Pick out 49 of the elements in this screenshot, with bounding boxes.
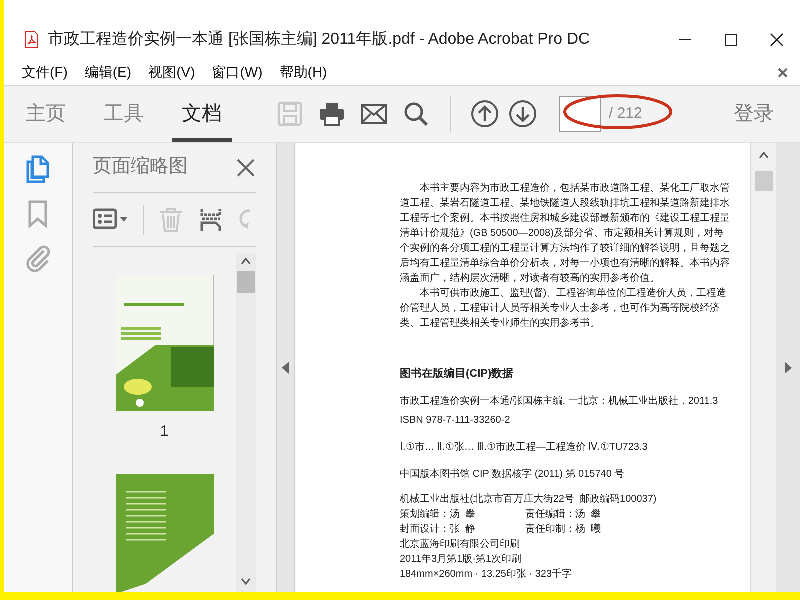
page-thumbnail-drawing[interactable] [116, 275, 214, 411]
printer-icon[interactable] [318, 100, 346, 128]
text-line: 机械工业出版社(北京市百万庄大街22号 邮政编码100037) [400, 492, 658, 507]
collapse-right-icon[interactable] [784, 362, 792, 374]
text-line: 封面设计：张 静 [400, 522, 476, 537]
close-document-icon[interactable] [778, 68, 788, 78]
menu-item[interactable]: 视图(V) [148, 62, 196, 83]
text-line: 184mm×260mm · 13.25印张 · 323千字 [400, 568, 574, 582]
menu-item[interactable]: 文件(F) [22, 62, 68, 83]
text-line: 责任编辑：汤 攀 [526, 508, 602, 522]
collapse-left-icon[interactable] [282, 362, 290, 374]
scroll-up-icon[interactable] [758, 151, 768, 159]
scroll-thumb[interactable] [754, 171, 772, 191]
text-line: 北京蓝海印刷有限公司印刷 [400, 538, 521, 552]
scroll-down-icon[interactable] [241, 578, 251, 586]
pages-icon[interactable] [24, 155, 52, 185]
text-line: 2011年3月第1版·第1次印刷 [400, 552, 523, 567]
text-line: Ⅰ.①市… Ⅱ.①张… Ⅲ.①市政工程—工程造价 Ⅳ.①TU723.3 [400, 440, 649, 455]
paragraph: 本书可供市政施工、监理(督)、工程咨询单位的工程造价人员，工程造价管理人员，工程审计人员等相关专业人士参考，也可作为高等院校经济类、工程管理类相关专业师生的实用参考书。 [400, 286, 728, 331]
heading: 图书在版编目(CIP)数据 [400, 367, 515, 382]
minimize-icon[interactable] [679, 39, 691, 41]
panel-title: 页面缩略图 [93, 155, 188, 180]
menu-item[interactable]: 窗口(W) [212, 62, 263, 83]
page-extract-icon[interactable] [198, 206, 224, 232]
text-line: 责任印制：杨 曦 [526, 522, 602, 537]
paragraph: 本书主要内容为市政工程造价，包括某市政道路工程、某化工厂取水管道工程、某岩石隧道工程、某地铁隧道人段线轨排坑工程和某道路新建排水工程等七个案例。本书按照住房和城乡建设部最新颁布的《建设工程工程量清单计价规范》(GB 50500—2008)及部分省、市定额相关计算规则，对每个实例的各分项工程的工程量计算方法均作了较详细的解答说明，且每题之后均有工程量清单综合单价分析表，对每一小项也有清晰的解释。本书内容涵盖面广，结构层次清晰，对读者有较高的实用参考价值。 [400, 182, 730, 286]
menu-item[interactable]: 编辑(E) [84, 62, 132, 83]
text-line: 中国版本图书馆 CIP 数据核字 (2011) 第 015740 号 [400, 468, 626, 482]
close-panel-button[interactable] [236, 158, 256, 178]
next-page-button[interactable] [509, 100, 537, 128]
menu-item[interactable]: 帮助(H) [280, 62, 328, 83]
page-count: / 212 [609, 104, 642, 124]
text-line: ISBN 978-7-111-33260-2 [400, 414, 512, 428]
options-icon[interactable] [93, 206, 129, 232]
paperclip-icon[interactable] [24, 243, 52, 273]
previous-page-button[interactable] [471, 100, 499, 128]
window-title: 市政工程造价实例一本通 [张国栋主编] 2011年版.pdf - Adobe Acrobat Pro DC [48, 30, 590, 50]
page-thumbnail-drawing[interactable] [116, 474, 214, 592]
page-label: 1 [160, 422, 169, 442]
search-icon[interactable] [402, 100, 430, 128]
sign-in-link[interactable]: 登录 [734, 86, 774, 142]
scroll-up-icon[interactable] [241, 257, 251, 265]
text-line: 市政工程造价实例一本通/张国栋主编. 一北京：机械工业出版社，2011.3 [400, 394, 720, 409]
close-icon[interactable] [770, 33, 784, 47]
scrollbar[interactable] [236, 253, 256, 592]
text-line: 策划编辑：汤 攀 [400, 508, 476, 522]
maximize-icon[interactable] [725, 34, 737, 46]
scroll-thumb[interactable] [237, 271, 255, 293]
pdf-icon [24, 31, 40, 49]
